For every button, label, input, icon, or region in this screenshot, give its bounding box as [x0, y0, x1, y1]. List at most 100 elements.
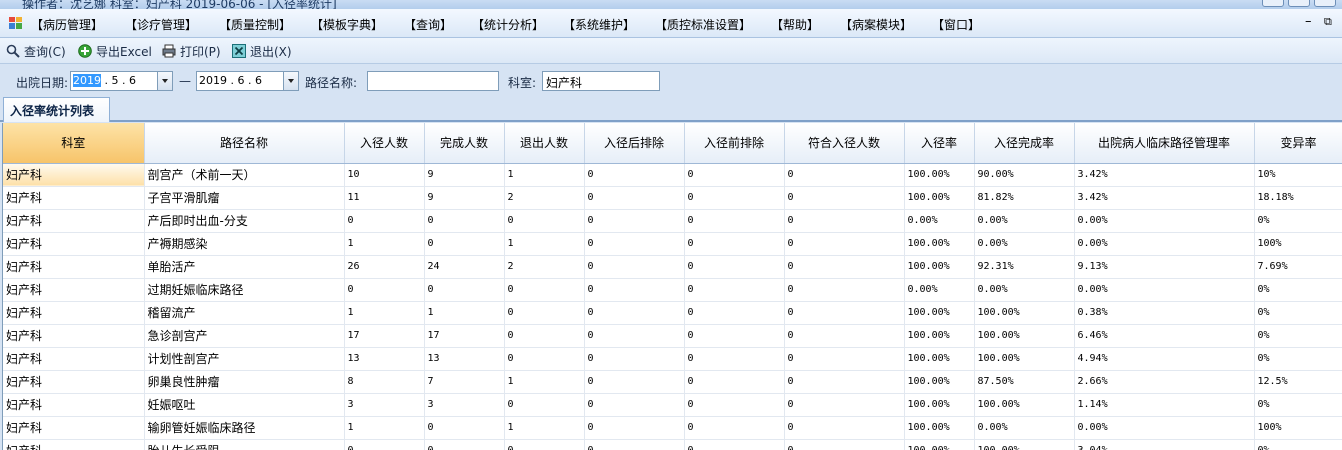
col-excluded-after-cell[interactable]: 0 [584, 255, 685, 279]
query-button[interactable]: 查询(C) [6, 42, 66, 60]
col-completed-count-cell[interactable]: 24 [424, 255, 505, 279]
col-management-rate-cell[interactable]: 9.13% [1074, 255, 1255, 279]
col-completion-rate-cell[interactable]: 100.00% [974, 324, 1075, 348]
col-path-name-cell[interactable]: 卵巢良性肿瘤 [144, 370, 345, 394]
col-entry-rate-cell[interactable]: 100.00% [904, 255, 975, 279]
col-variation-rate-cell[interactable]: 0% [1254, 347, 1342, 371]
col-entry-rate-cell[interactable]: 100.00% [904, 324, 975, 348]
col-management-rate-header[interactable]: 出院病人临床路径管理率 [1074, 123, 1255, 164]
col-exited-count-cell[interactable]: 0 [504, 347, 585, 371]
col-variation-rate-header[interactable]: 变异率 [1254, 123, 1342, 164]
table-row[interactable]: 妇产科 输卵管妊娠临床路径 1 0 1 0 0 0 100.00% 0.00% 0.00% 100% [3, 416, 1342, 440]
menu-item-qc-standard[interactable]: 【质控标准设置】 [655, 16, 751, 33]
col-variation-rate-cell[interactable]: 10% [1254, 163, 1342, 187]
col-department-cell[interactable]: 妇产科 [3, 347, 145, 371]
col-entered-count-cell[interactable]: 10 [344, 163, 425, 187]
col-completion-rate-header[interactable]: 入径完成率 [974, 123, 1075, 164]
table-row[interactable]: 妇产科 子宫平滑肌瘤 11 9 2 0 0 0 100.00% 81.82% 3.42% 18.18% [3, 186, 1342, 210]
date-to-dropdown-icon[interactable] [283, 72, 298, 90]
col-excluded-after-header[interactable]: 入径后排除 [584, 123, 685, 164]
window-minimize-button[interactable] [1262, 0, 1284, 7]
col-entered-count-cell[interactable]: 1 [344, 301, 425, 325]
col-exited-count-header[interactable]: 退出人数 [504, 123, 585, 164]
col-management-rate-cell[interactable]: 3.42% [1074, 163, 1255, 187]
col-department-cell[interactable]: 妇产科 [3, 301, 145, 325]
col-entry-rate-cell[interactable]: 100.00% [904, 393, 975, 417]
col-excluded-after-cell[interactable]: 0 [584, 416, 685, 440]
col-excluded-before-cell[interactable]: 0 [684, 278, 785, 302]
col-path-name-cell[interactable]: 单胎活产 [144, 255, 345, 279]
col-completion-rate-cell[interactable]: 0.00% [974, 209, 1075, 233]
col-path-name-cell[interactable]: 子宫平滑肌瘤 [144, 186, 345, 210]
table-row[interactable]: 妇产科 剖宫产（术前一天） 10 9 1 0 0 0 100.00% 90.00% 3.42% 10… [3, 163, 1342, 187]
col-exited-count-cell[interactable]: 0 [504, 393, 585, 417]
col-completion-rate-cell[interactable]: 81.82% [974, 186, 1075, 210]
col-eligible-count-cell[interactable]: 0 [784, 186, 905, 210]
col-management-rate-cell[interactable]: 2.66% [1074, 370, 1255, 394]
col-excluded-after-cell[interactable]: 0 [584, 393, 685, 417]
col-eligible-count-cell[interactable]: 0 [784, 232, 905, 256]
col-completion-rate-cell[interactable]: 90.00% [974, 163, 1075, 187]
col-entered-count-cell[interactable]: 0 [344, 439, 425, 450]
menu-item-query[interactable]: 【查询】 [404, 16, 452, 33]
col-entry-rate-cell[interactable]: 100.00% [904, 439, 975, 450]
col-entry-rate-cell[interactable]: 100.00% [904, 347, 975, 371]
col-eligible-count-cell[interactable]: 0 [784, 255, 905, 279]
col-completed-count-cell[interactable]: 17 [424, 324, 505, 348]
table-row[interactable]: 妇产科 妊娠呕吐 3 3 0 0 0 0 100.00% 100.00% 1.14% 0% [3, 393, 1342, 417]
col-entered-count-cell[interactable]: 1 [344, 232, 425, 256]
col-management-rate-cell[interactable]: 6.46% [1074, 324, 1255, 348]
col-eligible-count-header[interactable]: 符合入径人数 [784, 123, 905, 164]
col-eligible-count-cell[interactable]: 0 [784, 416, 905, 440]
col-entered-count-cell[interactable]: 17 [344, 324, 425, 348]
date-from-dropdown-icon[interactable] [157, 72, 172, 90]
col-management-rate-cell[interactable]: 1.14% [1074, 393, 1255, 417]
col-excluded-after-cell[interactable]: 0 [584, 232, 685, 256]
col-excluded-after-cell[interactable]: 0 [584, 278, 685, 302]
col-exited-count-cell[interactable]: 1 [504, 163, 585, 187]
col-excluded-after-cell[interactable]: 0 [584, 301, 685, 325]
col-entered-count-cell[interactable]: 3 [344, 393, 425, 417]
col-path-name-cell[interactable]: 产后即时出血-分支 [144, 209, 345, 233]
print-button[interactable]: 打印(P) [162, 42, 221, 60]
col-entry-rate-cell[interactable]: 100.00% [904, 232, 975, 256]
table-row[interactable]: 妇产科 过期妊娠临床路径 0 0 0 0 0 0 0.00% 0.00% 0.00% 0% [3, 278, 1342, 302]
col-path-name-cell[interactable]: 输卵管妊娠临床路径 [144, 416, 345, 440]
col-excluded-before-cell[interactable]: 0 [684, 324, 785, 348]
col-variation-rate-cell[interactable]: 7.69% [1254, 255, 1342, 279]
col-path-name-header[interactable]: 路径名称 [144, 123, 345, 164]
col-excluded-before-cell[interactable]: 0 [684, 163, 785, 187]
col-management-rate-cell[interactable]: 0.00% [1074, 416, 1255, 440]
col-completion-rate-cell[interactable]: 100.00% [974, 439, 1075, 450]
col-excluded-after-cell[interactable]: 0 [584, 347, 685, 371]
department-input[interactable]: 妇产科 [542, 71, 660, 91]
col-path-name-cell[interactable]: 剖宫产（术前一天） [144, 163, 345, 187]
col-completed-count-cell[interactable]: 9 [424, 163, 505, 187]
path-name-input[interactable] [367, 71, 499, 91]
col-department-cell[interactable]: 妇产科 [3, 439, 145, 450]
col-excluded-after-cell[interactable]: 0 [584, 370, 685, 394]
col-path-name-cell[interactable]: 产褥期感染 [144, 232, 345, 256]
col-excluded-before-cell[interactable]: 0 [684, 347, 785, 371]
col-completed-count-cell[interactable]: 1 [424, 301, 505, 325]
table-row[interactable]: 妇产科 单胎活产 26 24 2 0 0 0 100.00% 92.31% 9.13% 7.69% [3, 255, 1342, 279]
col-excluded-after-cell[interactable]: 0 [584, 439, 685, 450]
col-completed-count-cell[interactable]: 3 [424, 393, 505, 417]
col-management-rate-cell[interactable]: 4.94% [1074, 347, 1255, 371]
col-department-cell[interactable]: 妇产科 [3, 393, 145, 417]
col-completion-rate-cell[interactable]: 100.00% [974, 301, 1075, 325]
table-row[interactable]: 妇产科 计划性剖宫产 13 13 0 0 0 0 100.00% 100.00% 4.94% 0% [3, 347, 1342, 371]
menu-item-window[interactable]: 【窗口】 [932, 16, 980, 33]
col-variation-rate-cell[interactable]: 0% [1254, 393, 1342, 417]
col-path-name-cell[interactable]: 稽留流产 [144, 301, 345, 325]
menu-item-system[interactable]: 【系统维护】 [563, 16, 635, 33]
col-completed-count-cell[interactable]: 7 [424, 370, 505, 394]
col-department-cell[interactable]: 妇产科 [3, 370, 145, 394]
col-completed-count-cell[interactable]: 13 [424, 347, 505, 371]
window-close-button[interactable] [1314, 0, 1336, 7]
table-row[interactable]: 妇产科 产后即时出血-分支 0 0 0 0 0 0 0.00% 0.00% 0.00% 0% [3, 209, 1342, 233]
col-entered-count-cell[interactable]: 1 [344, 416, 425, 440]
col-management-rate-cell[interactable]: 3.42% [1074, 186, 1255, 210]
app-icon[interactable] [9, 17, 22, 29]
col-entry-rate-cell[interactable]: 0.00% [904, 209, 975, 233]
